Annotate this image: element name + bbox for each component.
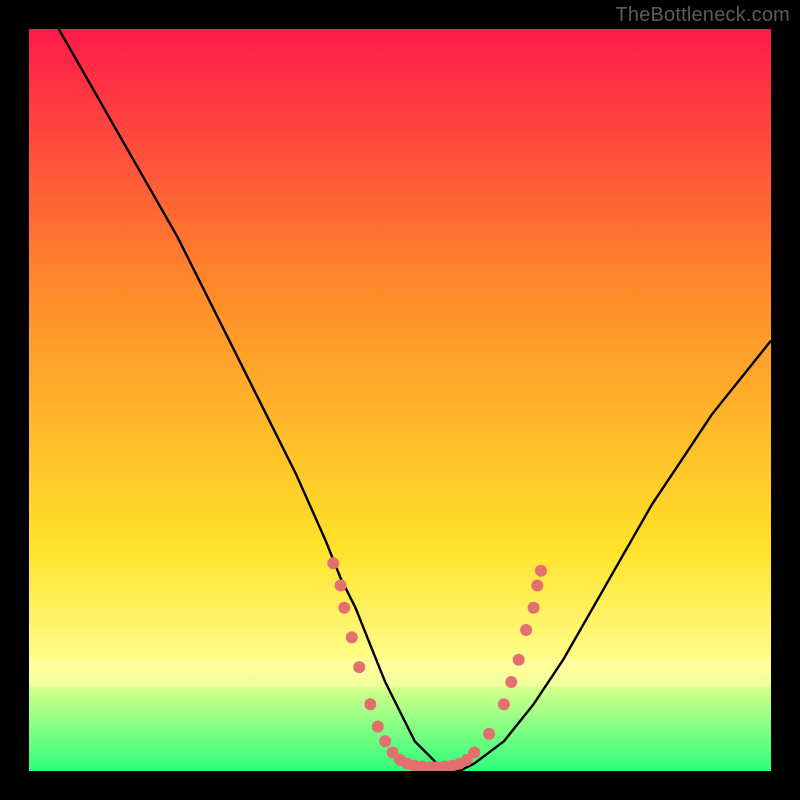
- chart-frame: [29, 29, 771, 771]
- data-dot: [498, 698, 510, 710]
- data-dot: [338, 602, 350, 614]
- data-dot: [520, 624, 532, 636]
- data-dot: [483, 728, 495, 740]
- data-dot: [505, 676, 517, 688]
- data-dot: [513, 654, 525, 666]
- data-dot: [364, 698, 376, 710]
- data-dot: [468, 747, 480, 759]
- data-dot: [535, 565, 547, 577]
- bottleneck-chart: [29, 29, 771, 771]
- data-dot: [335, 580, 347, 592]
- watermark-text: TheBottleneck.com: [615, 4, 790, 27]
- data-dot: [353, 661, 365, 673]
- highlight-band: [29, 659, 771, 687]
- data-dot: [372, 721, 384, 733]
- data-dot: [531, 580, 543, 592]
- data-dot: [379, 735, 391, 747]
- data-dot: [346, 631, 358, 643]
- data-dot: [327, 557, 339, 569]
- data-dot: [528, 602, 540, 614]
